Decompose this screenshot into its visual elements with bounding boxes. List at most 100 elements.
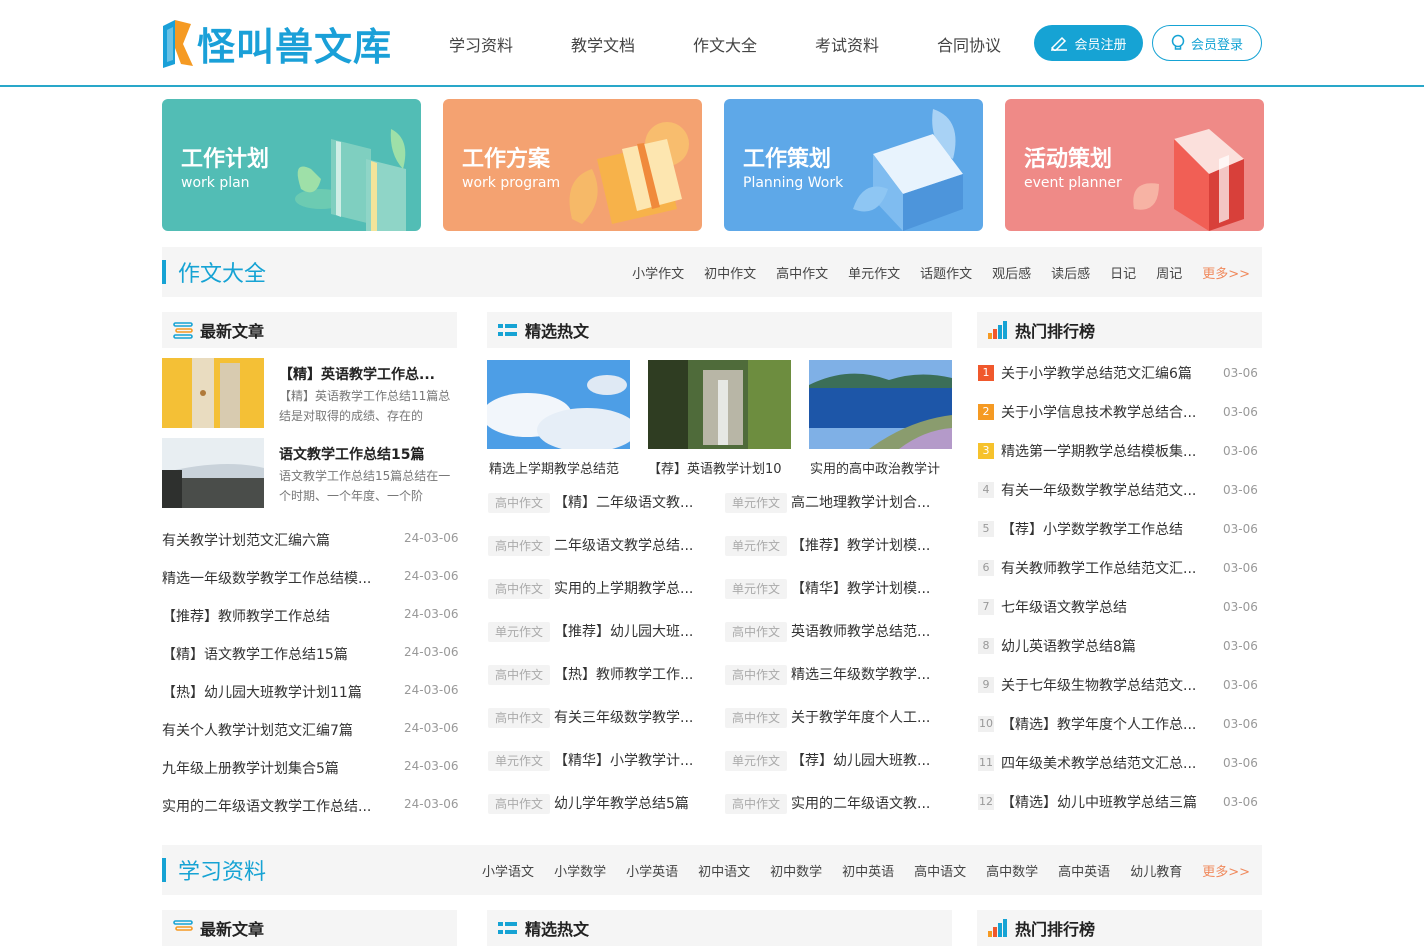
featured-title[interactable]: 【精】英语教学工作总... bbox=[279, 364, 435, 384]
rank-item-date: 03-06 bbox=[1223, 639, 1258, 653]
section-link[interactable]: 高中语文 bbox=[914, 861, 966, 880]
category-tag[interactable]: 高中作文 bbox=[725, 794, 787, 814]
category-tag[interactable]: 高中作文 bbox=[725, 665, 787, 685]
site-logo[interactable]: 怪叫兽文库 bbox=[161, 17, 392, 69]
rank-item-title[interactable]: 有关教师教学工作总结范文汇... bbox=[1001, 558, 1196, 578]
hot-item-title[interactable]: 【推荐】教学计划模... bbox=[791, 535, 930, 555]
section-link[interactable]: 初中英语 bbox=[842, 861, 894, 880]
banner-planning-work[interactable]: 工作策划 Planning Work bbox=[724, 99, 983, 231]
section-link[interactable]: 读后感 bbox=[1051, 263, 1090, 282]
section-link[interactable]: 小学英语 bbox=[626, 861, 678, 880]
hot-pic-caption[interactable]: 【荐】英语教学计划10 bbox=[648, 458, 782, 477]
rank-item-title[interactable]: 精选第一学期教学总结模板集... bbox=[1001, 441, 1196, 461]
hot-item-title[interactable]: 高二地理教学计划合... bbox=[791, 492, 930, 512]
hot-item-title[interactable]: 【精华】小学教学计... bbox=[554, 750, 693, 770]
login-button[interactable]: 会员登录 bbox=[1152, 25, 1262, 61]
featured-thumb-2[interactable] bbox=[162, 438, 264, 508]
hot-item-title[interactable]: 幼儿学年教学总结5篇 bbox=[554, 793, 689, 813]
category-tag[interactable]: 高中作文 bbox=[488, 794, 550, 814]
section-link[interactable]: 高中数学 bbox=[986, 861, 1038, 880]
rank-item-title[interactable]: 幼儿英语教学总结8篇 bbox=[1001, 636, 1136, 656]
section-link[interactable]: 话题作文 bbox=[920, 263, 972, 282]
more-link[interactable]: 更多>> bbox=[1202, 263, 1250, 282]
rank-item-title[interactable]: 【荐】小学数学教学工作总结 bbox=[1001, 519, 1183, 539]
hot-item-title[interactable]: 关于教学年度个人工... bbox=[791, 707, 930, 727]
list-item-title[interactable]: 实用的二年级语文教学工作总结... bbox=[162, 796, 371, 816]
section-link[interactable]: 幼儿教育 bbox=[1130, 861, 1182, 880]
banner-event-planner[interactable]: 活动策划 event planner bbox=[1005, 99, 1264, 231]
list-item-title[interactable]: 【精】语文教学工作总结15篇 bbox=[162, 644, 348, 664]
rank-item-title[interactable]: 【精选】幼儿中班教学总结三篇 bbox=[1001, 792, 1197, 812]
hot-item-title[interactable]: 【热】教师教学工作... bbox=[554, 664, 693, 684]
category-tag[interactable]: 高中作文 bbox=[488, 579, 550, 599]
hot-item-title[interactable]: 【荐】幼儿园大班教... bbox=[791, 750, 930, 770]
rank-item-title[interactable]: 七年级语文教学总结 bbox=[1001, 597, 1127, 617]
hot-pic-sky[interactable] bbox=[487, 360, 630, 449]
category-tag[interactable]: 高中作文 bbox=[488, 536, 550, 556]
hot-item-title[interactable]: 【精】二年级语文教... bbox=[554, 492, 693, 512]
section-link[interactable]: 单元作文 bbox=[848, 263, 900, 282]
hot-item-title[interactable]: 实用的二年级语文教... bbox=[791, 793, 930, 813]
rank-item-title[interactable]: 关于小学信息技术教学总结合... bbox=[1001, 402, 1196, 422]
rank-item-title[interactable]: 【精选】教学年度个人工作总... bbox=[1001, 714, 1196, 734]
nav-item-study[interactable]: 学习资料 bbox=[420, 32, 542, 56]
list-item-title[interactable]: 【推荐】教师教学工作总结 bbox=[162, 606, 330, 626]
list-item-title[interactable]: 有关教学计划范文汇编六篇 bbox=[162, 530, 330, 550]
category-tag[interactable]: 高中作文 bbox=[725, 708, 787, 728]
category-tag[interactable]: 单元作文 bbox=[725, 751, 787, 771]
section-link[interactable]: 日记 bbox=[1110, 263, 1136, 282]
section-link[interactable]: 高中作文 bbox=[776, 263, 828, 282]
nav-item-exam[interactable]: 考试资料 bbox=[786, 32, 908, 56]
nav-item-teaching[interactable]: 教学文档 bbox=[542, 32, 664, 56]
section-link[interactable]: 小学作文 bbox=[632, 263, 684, 282]
category-tag[interactable]: 单元作文 bbox=[725, 536, 787, 556]
hot-pic-waterfall[interactable] bbox=[648, 360, 791, 449]
rank-item-title[interactable]: 四年级美术教学总结范文汇总... bbox=[1001, 753, 1196, 773]
nav-item-essay[interactable]: 作文大全 bbox=[664, 32, 786, 56]
section-link[interactable]: 初中作文 bbox=[704, 263, 756, 282]
section-link[interactable]: 初中语文 bbox=[698, 861, 750, 880]
section-link[interactable]: 小学数学 bbox=[554, 861, 606, 880]
list-item-title[interactable]: 【热】幼儿园大班教学计划11篇 bbox=[162, 682, 362, 702]
list-item-title[interactable]: 精选一年级数学教学工作总结模... bbox=[162, 568, 371, 588]
featured-title[interactable]: 语文教学工作总结15篇 bbox=[279, 444, 424, 464]
category-tag[interactable]: 高中作文 bbox=[488, 493, 550, 513]
featured-thumb-1[interactable] bbox=[162, 358, 264, 428]
list-item-title[interactable]: 有关个人教学计划范文汇编7篇 bbox=[162, 720, 353, 740]
banner-work-program[interactable]: 工作方案 work program bbox=[443, 99, 702, 231]
category-tag[interactable]: 高中作文 bbox=[488, 708, 550, 728]
hot-pic-caption[interactable]: 实用的高中政治教学计 bbox=[810, 458, 940, 477]
hot-pic-caption[interactable]: 精选上学期教学总结范 bbox=[489, 458, 619, 477]
rank-item-title[interactable]: 关于小学教学总结范文汇编6篇 bbox=[1001, 363, 1192, 383]
hot-item-title[interactable]: 英语教师教学总结范... bbox=[791, 621, 930, 641]
section-title[interactable]: 作文大全 bbox=[178, 256, 266, 288]
hot-item-title[interactable]: 实用的上学期教学总... bbox=[554, 578, 693, 598]
category-tag[interactable]: 高中作文 bbox=[488, 665, 550, 685]
nav-item-contract[interactable]: 合同协议 bbox=[908, 32, 1030, 56]
category-tag[interactable]: 单元作文 bbox=[725, 493, 787, 513]
category-tag[interactable]: 单元作文 bbox=[488, 751, 550, 771]
category-tag[interactable]: 单元作文 bbox=[488, 622, 550, 642]
hot-item-title[interactable]: 二年级语文教学总结... bbox=[554, 535, 693, 555]
banner-work-plan[interactable]: 工作计划 work plan bbox=[162, 99, 421, 231]
register-button[interactable]: 会员注册 bbox=[1034, 25, 1143, 61]
hot-item-title[interactable]: 有关三年级数学教学... bbox=[554, 707, 693, 727]
category-tag[interactable]: 高中作文 bbox=[725, 622, 787, 642]
section-link[interactable]: 初中数学 bbox=[770, 861, 822, 880]
list-item-title[interactable]: 九年级上册教学计划集合5篇 bbox=[162, 758, 339, 778]
red-book-illustration bbox=[1133, 129, 1244, 231]
hot-item-title[interactable]: 【精华】教学计划模... bbox=[791, 578, 930, 598]
section-link[interactable]: 小学语文 bbox=[482, 861, 534, 880]
section-link[interactable]: 观后感 bbox=[992, 263, 1031, 282]
hot-item-title[interactable]: 精选三年级数学教学... bbox=[791, 664, 930, 684]
category-tag[interactable]: 单元作文 bbox=[725, 579, 787, 599]
hot-item-title[interactable]: 【推荐】幼儿园大班... bbox=[554, 621, 693, 641]
section-title[interactable]: 学习资料 bbox=[178, 854, 266, 886]
section-link[interactable]: 周记 bbox=[1156, 263, 1182, 282]
rank-item-title[interactable]: 关于七年级生物教学总结范文... bbox=[1001, 675, 1196, 695]
more-link[interactable]: 更多>> bbox=[1202, 861, 1250, 880]
hot-pic-lake[interactable] bbox=[809, 360, 952, 449]
section-link[interactable]: 高中英语 bbox=[1058, 861, 1110, 880]
open-book-illustration bbox=[853, 109, 963, 231]
rank-item-title[interactable]: 有关一年级数学教学总结范文... bbox=[1001, 480, 1196, 500]
